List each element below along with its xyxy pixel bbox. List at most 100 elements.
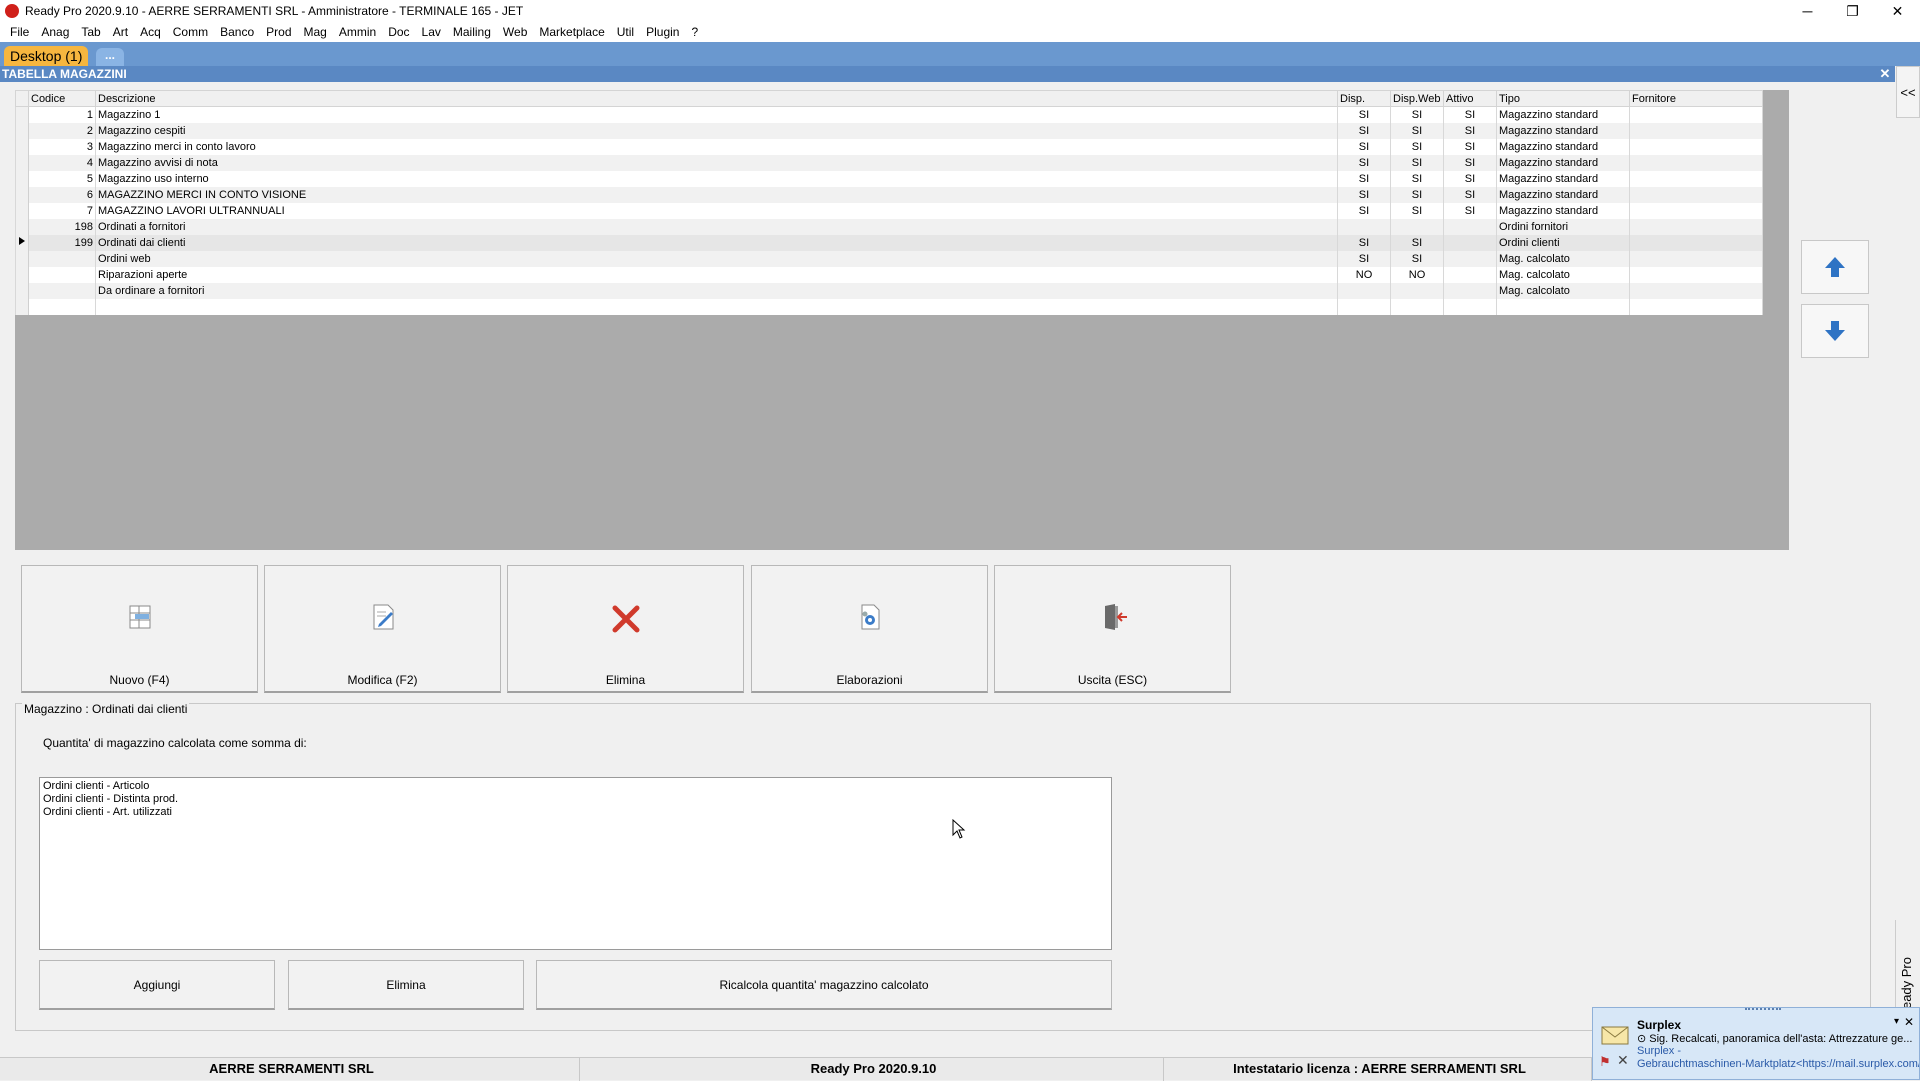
- cell-attivo: [1443, 266, 1497, 283]
- column-header-dispweb[interactable]: Disp.Web: [1390, 90, 1444, 107]
- row-indicator[interactable]: [15, 170, 29, 187]
- modifica-button[interactable]: Modifica (F2): [264, 565, 501, 693]
- row-indicator[interactable]: [15, 250, 29, 267]
- menu-ammin[interactable]: Ammin: [333, 25, 382, 39]
- empty-cell: [1337, 298, 1391, 315]
- empty-cell: [1390, 298, 1444, 315]
- empty-cell: [95, 298, 1338, 315]
- list-item[interactable]: Ordini clienti - Art. utilizzati: [43, 806, 1108, 819]
- minimize-button[interactable]: ─: [1785, 0, 1830, 22]
- cell-tipo: Magazzino standard: [1496, 138, 1630, 155]
- ricalcola-button[interactable]: Ricalcola quantita' magazzino calcolato: [536, 960, 1112, 1010]
- move-up-button[interactable]: [1801, 240, 1869, 294]
- menu-plugin[interactable]: Plugin: [640, 25, 685, 39]
- aggiungi-button[interactable]: Aggiungi: [39, 960, 275, 1010]
- column-header-tipo[interactable]: Tipo: [1496, 90, 1630, 107]
- row-indicator[interactable]: [15, 202, 29, 219]
- notification-dropdown-icon[interactable]: ▾: [1894, 1016, 1899, 1027]
- notification-title: Surplex: [1637, 1018, 1682, 1032]
- panel-close-button[interactable]: ✕: [1877, 66, 1893, 82]
- table-row[interactable]: 5 Magazzino uso interno SI SI SI Magazzino st…: [15, 170, 1763, 187]
- notification-grip[interactable]: [1745, 1008, 1781, 1012]
- menu-banco[interactable]: Banco: [214, 25, 260, 39]
- cell-fornitore: [1629, 106, 1763, 123]
- close-window-button[interactable]: ✕: [1875, 0, 1920, 22]
- cell-attivo: [1443, 234, 1497, 251]
- delete-icon[interactable]: ✕: [1617, 1052, 1629, 1069]
- table-row[interactable]: 6 MAGAZZINO MERCI IN CONTO VISIONE SI SI SI M…: [15, 186, 1763, 203]
- cell-dispweb: SI: [1390, 234, 1444, 251]
- uscita-button[interactable]: Uscita (ESC): [994, 565, 1231, 693]
- table-row[interactable]: Ordini web SI SI Mag. calcolato: [15, 250, 1763, 267]
- column-header-attivo[interactable]: Attivo: [1443, 90, 1497, 107]
- menu-help[interactable]: ?: [685, 25, 704, 39]
- edit-document-icon: [373, 604, 393, 630]
- column-header-fornitore[interactable]: Fornitore: [1629, 90, 1763, 107]
- current-row-icon: [19, 237, 25, 245]
- table-row[interactable]: 2 Magazzino cespiti SI SI SI Magazzino standa…: [15, 122, 1763, 139]
- menu-util[interactable]: Util: [611, 25, 640, 39]
- menu-anag[interactable]: Anag: [35, 25, 75, 39]
- table-row[interactable]: 199 Ordinati dai clienti SI SI Ordini client…: [15, 234, 1763, 251]
- tab-more[interactable]: ...: [96, 48, 124, 66]
- menu-marketplace[interactable]: Marketplace: [533, 25, 610, 39]
- cell-dispweb: SI: [1390, 106, 1444, 123]
- list-item[interactable]: Ordini clienti - Articolo: [43, 780, 1108, 793]
- menu-web[interactable]: Web: [497, 25, 533, 39]
- cell-descrizione: Ordini web: [95, 250, 1338, 267]
- row-indicator[interactable]: [15, 122, 29, 139]
- flag-icon[interactable]: ⚑: [1599, 1054, 1611, 1070]
- table-row[interactable]: 3 Magazzino merci in conto lavoro SI SI SI Ma…: [15, 138, 1763, 155]
- nuovo-button[interactable]: Nuovo (F4): [21, 565, 258, 693]
- row-indicator[interactable]: [15, 218, 29, 235]
- cell-disp: NO: [1337, 266, 1391, 283]
- row-indicator[interactable]: [15, 186, 29, 203]
- elimina-source-button[interactable]: Elimina: [288, 960, 524, 1010]
- delete-x-icon: [612, 605, 639, 633]
- cell-dispweb: SI: [1390, 122, 1444, 139]
- table-row[interactable]: 4 Magazzino avvisi di nota SI SI SI Magazzino…: [15, 154, 1763, 171]
- column-header-disp[interactable]: Disp.: [1337, 90, 1391, 107]
- tab-desktop[interactable]: Desktop (1): [4, 46, 89, 66]
- notification-link[interactable]: Gebrauchtmaschinen-Marktplatz<https://ma…: [1637, 1058, 1919, 1070]
- move-down-button[interactable]: [1801, 304, 1869, 358]
- calc-sources-list[interactable]: Ordini clienti - Articolo Ordini clienti…: [39, 777, 1112, 950]
- side-collapse-button[interactable]: <<: [1896, 66, 1920, 118]
- list-item[interactable]: Ordini clienti - Distinta prod.: [43, 793, 1108, 806]
- cell-descrizione: Magazzino 1: [95, 106, 1338, 123]
- column-header-descrizione[interactable]: Descrizione: [95, 90, 1338, 107]
- table-row[interactable]: Riparazioni aperte NO NO Mag. calcolato: [15, 266, 1763, 283]
- row-indicator[interactable]: [15, 138, 29, 155]
- cell-descrizione: Riparazioni aperte: [95, 266, 1338, 283]
- process-gear-icon: [861, 604, 879, 630]
- restore-button[interactable]: ❐: [1830, 0, 1875, 22]
- elimina-button[interactable]: Elimina: [507, 565, 744, 693]
- row-indicator[interactable]: [15, 154, 29, 171]
- cell-codice: 6: [28, 186, 96, 203]
- menu-mag[interactable]: Mag: [298, 25, 333, 39]
- menu-lav[interactable]: Lav: [416, 25, 447, 39]
- cell-dispweb: SI: [1390, 250, 1444, 267]
- table-row[interactable]: 198 Ordinati a fornitori Ordini fornitori: [15, 218, 1763, 235]
- menu-prod[interactable]: Prod: [260, 25, 297, 39]
- menu-file[interactable]: File: [4, 25, 35, 39]
- cell-codice: [28, 282, 96, 299]
- row-indicator[interactable]: [15, 266, 29, 283]
- email-notification[interactable]: Surplex ▾ ✕ ⊙ Sig. Recalcati, panoramica…: [1592, 1007, 1920, 1080]
- row-indicator[interactable]: [15, 234, 29, 251]
- menu-comm[interactable]: Comm: [167, 25, 214, 39]
- table-row[interactable]: 7 MAGAZZINO LAVORI ULTRANNUALI SI SI SI Magaz…: [15, 202, 1763, 219]
- cell-dispweb: SI: [1390, 170, 1444, 187]
- row-indicator[interactable]: [15, 106, 29, 123]
- column-header-codice[interactable]: Codice: [28, 90, 96, 107]
- menu-art[interactable]: Art: [107, 25, 134, 39]
- table-row[interactable]: 1 Magazzino 1 SI SI SI Magazzino standard: [15, 106, 1763, 123]
- row-indicator[interactable]: [15, 282, 29, 299]
- menu-mailing[interactable]: Mailing: [447, 25, 497, 39]
- elaborazioni-button[interactable]: Elaborazioni: [751, 565, 988, 693]
- menu-doc[interactable]: Doc: [382, 25, 415, 39]
- notification-close-button[interactable]: ✕: [1904, 1015, 1914, 1029]
- table-row[interactable]: Da ordinare a fornitori Mag. calcolato: [15, 282, 1763, 299]
- menu-tab[interactable]: Tab: [75, 25, 106, 39]
- menu-acq[interactable]: Acq: [134, 25, 167, 39]
